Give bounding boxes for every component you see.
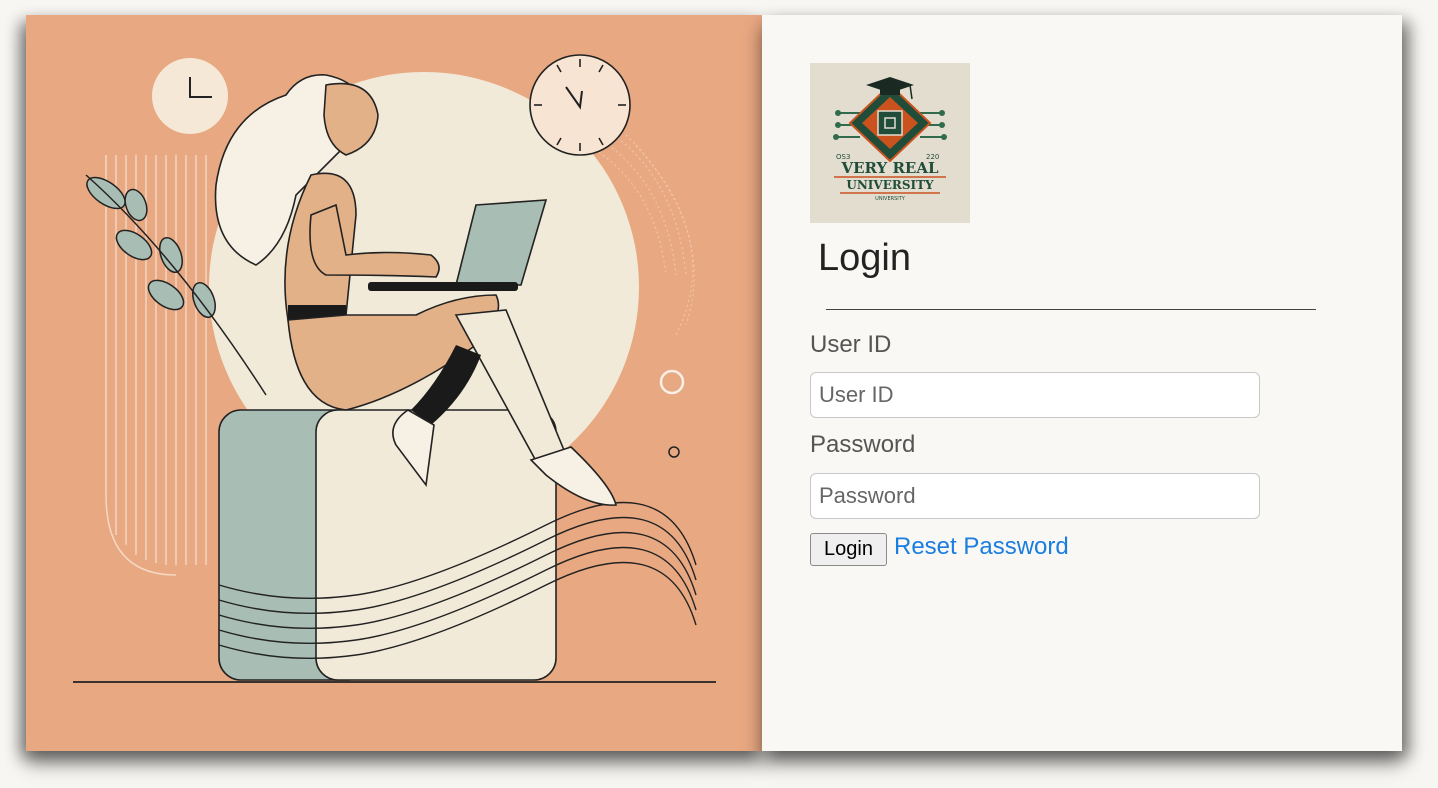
graduation-cap-circuit-emblem-icon: OS3 220 VERY REAL UNIVERSITY UNIVERSITY — [810, 63, 970, 223]
password-input[interactable] — [810, 473, 1260, 519]
login-panel: OS3 220 VERY REAL UNIVERSITY UNIVERSITY … — [762, 15, 1402, 751]
login-button[interactable]: Login — [810, 533, 887, 566]
woman-with-laptop-illustration — [73, 54, 716, 683]
login-page-frame: OS3 220 VERY REAL UNIVERSITY UNIVERSITY … — [26, 15, 1402, 751]
hero-illustration — [26, 15, 762, 751]
login-title: Login — [818, 237, 911, 279]
title-divider — [826, 309, 1316, 310]
logo-line1: VERY REAL — [840, 159, 939, 177]
university-logo: OS3 220 VERY REAL UNIVERSITY UNIVERSITY — [810, 63, 970, 223]
logo-line3: UNIVERSITY — [875, 196, 906, 202]
logo-line2: UNIVERSITY — [846, 178, 934, 192]
userid-input[interactable] — [810, 372, 1260, 418]
reset-password-link[interactable]: Reset Password — [894, 533, 1069, 561]
password-label: Password — [810, 431, 916, 458]
userid-label: User ID — [810, 331, 892, 358]
